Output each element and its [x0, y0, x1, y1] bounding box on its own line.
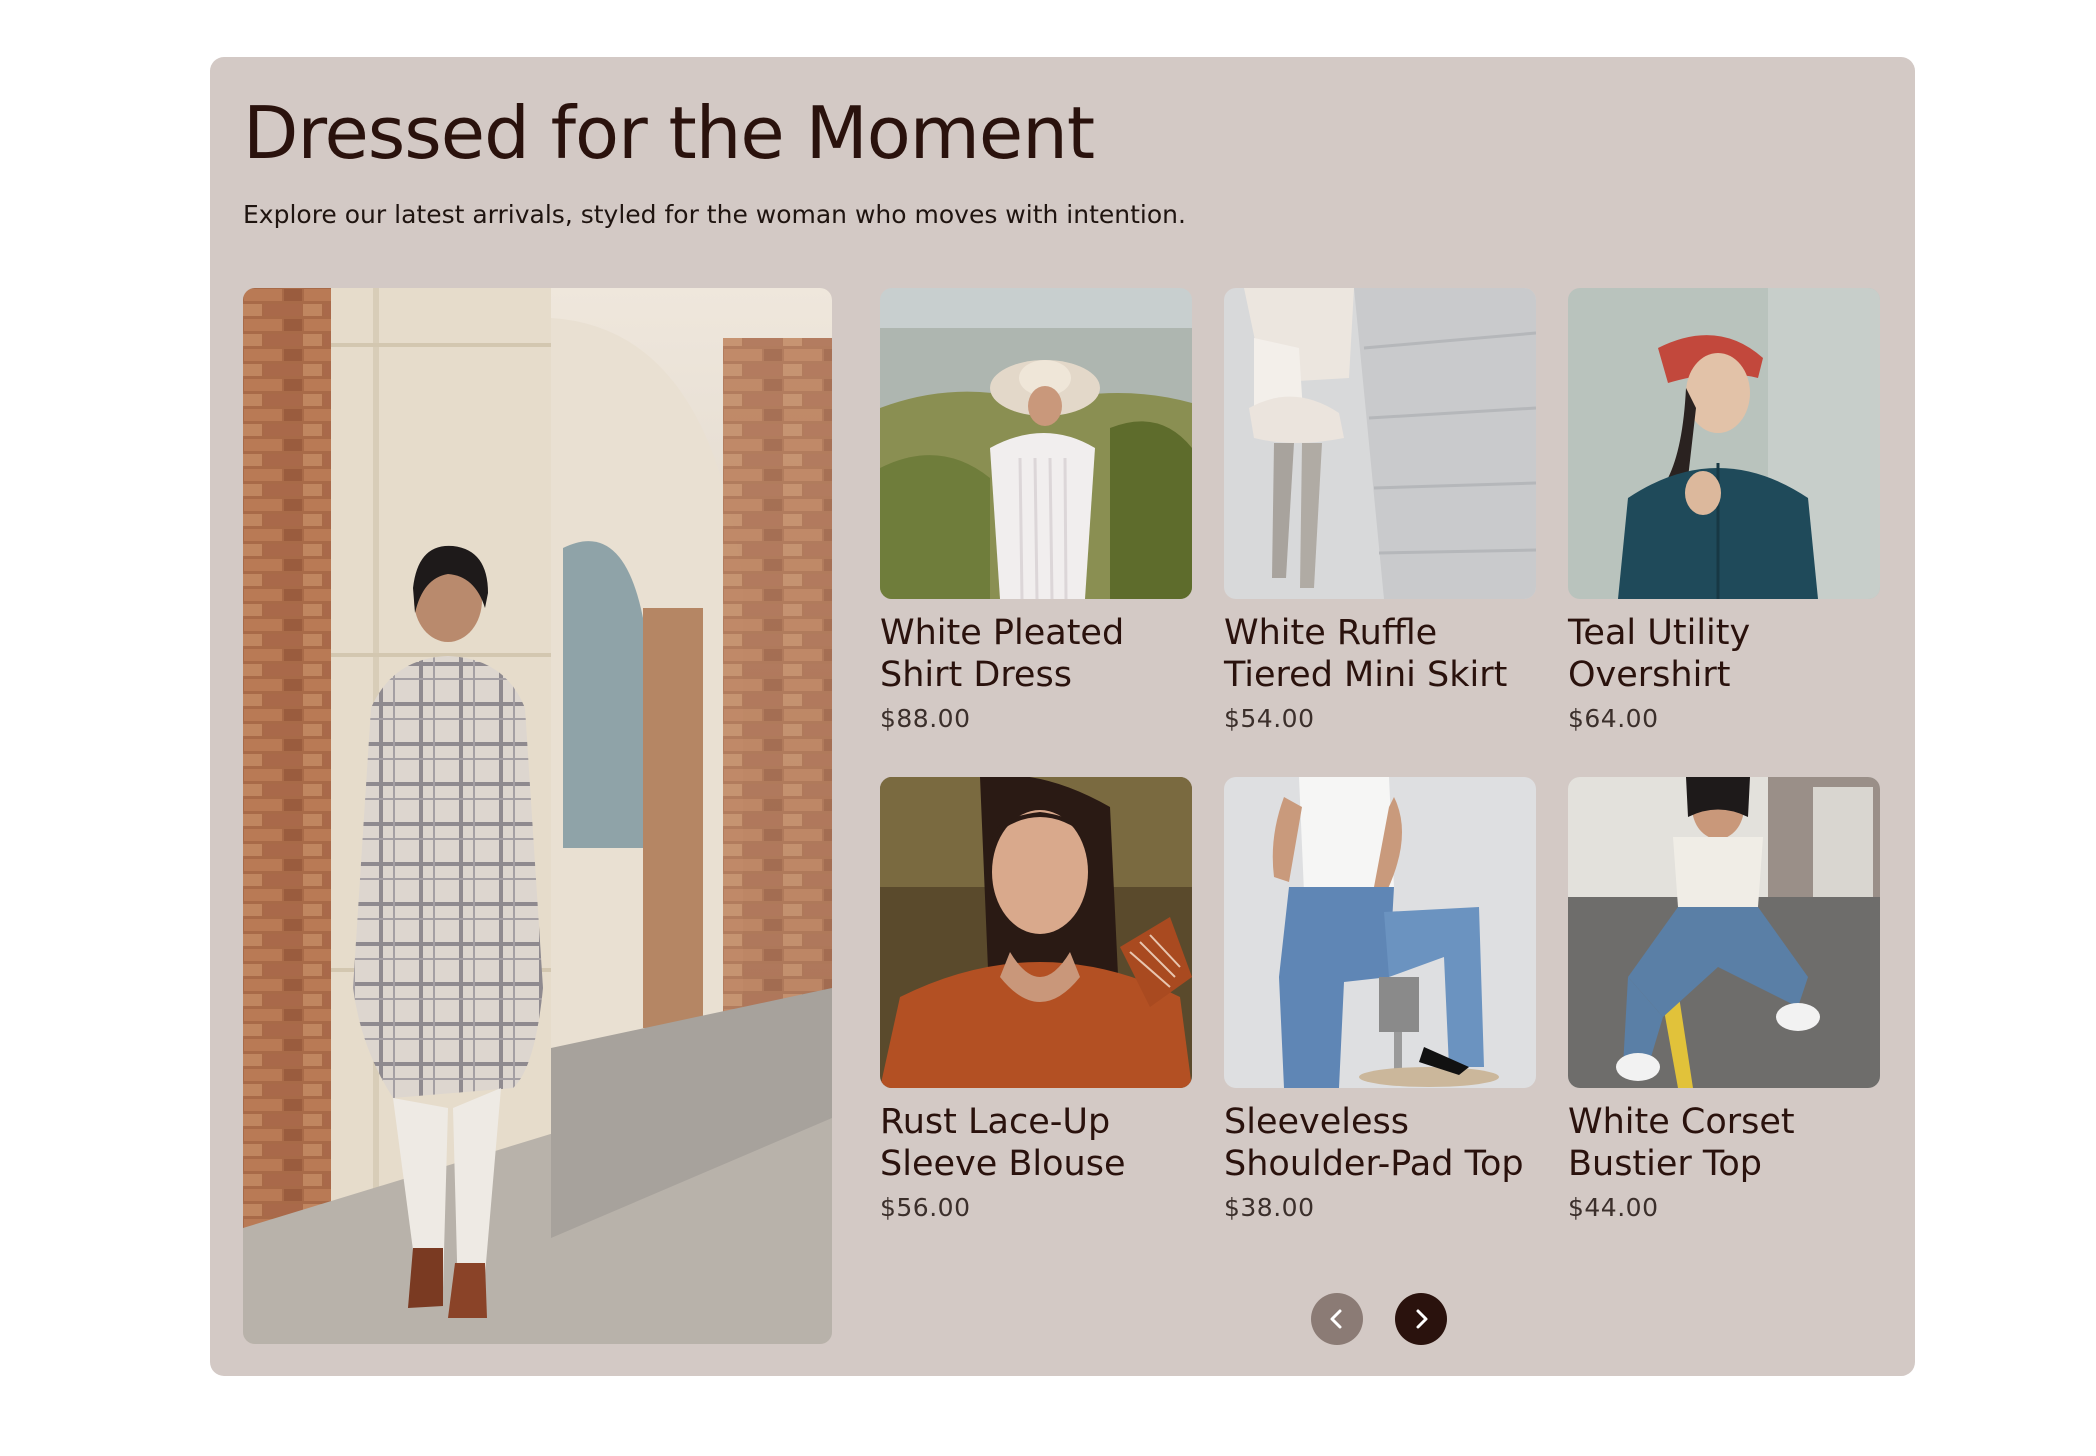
product-card[interactable]: Rust Lace-Up Sleeve Blouse $56.00: [880, 777, 1192, 1223]
photo-teal-utility-overshirt: [1568, 288, 1880, 599]
carousel-navigation: [1311, 1293, 1461, 1345]
product-image[interactable]: [1224, 288, 1536, 599]
photo-white-corset-bustier-top: [1568, 777, 1880, 1088]
product-name[interactable]: White Corset Bustier Top: [1568, 1101, 1880, 1185]
carousel-next-button[interactable]: [1395, 1293, 1447, 1345]
product-card[interactable]: Sleeveless Shoulder-Pad Top $38.00: [1224, 777, 1536, 1223]
chevron-left-icon: [1330, 1309, 1342, 1329]
product-image[interactable]: [1224, 777, 1536, 1088]
product-grid: White Pleated Shirt Dress $88.00 White R…: [880, 288, 1881, 1223]
product-image[interactable]: [880, 288, 1192, 599]
product-card[interactable]: White Corset Bustier Top $44.00: [1568, 777, 1880, 1223]
section-title: Dressed for the Moment: [243, 91, 1095, 175]
product-image[interactable]: [880, 777, 1192, 1088]
photo-white-ruffle-tiered-mini-skirt: [1224, 288, 1536, 599]
photo-rust-lace-up-sleeve-blouse: [880, 777, 1192, 1088]
product-card[interactable]: White Ruffle Tiered Mini Skirt $54.00: [1224, 288, 1536, 734]
product-price: $64.00: [1568, 704, 1659, 733]
product-name[interactable]: Sleeveless Shoulder-Pad Top: [1224, 1101, 1536, 1185]
product-name[interactable]: White Pleated Shirt Dress: [880, 612, 1192, 696]
product-image[interactable]: [1568, 777, 1880, 1088]
product-price: $88.00: [880, 704, 971, 733]
hero-photo-woman-plaid-coat: [243, 288, 832, 1344]
photo-sleeveless-shoulder-pad-top: [1224, 777, 1536, 1088]
product-name[interactable]: White Ruffle Tiered Mini Skirt: [1224, 612, 1536, 696]
hero-image[interactable]: [243, 288, 832, 1344]
product-name[interactable]: Rust Lace-Up Sleeve Blouse: [880, 1101, 1192, 1185]
section-subtitle: Explore our latest arrivals, styled for …: [243, 200, 1186, 229]
product-image[interactable]: [1568, 288, 1880, 599]
product-name[interactable]: Teal Utility Overshirt: [1568, 612, 1880, 696]
product-card[interactable]: Teal Utility Overshirt $64.00: [1568, 288, 1880, 734]
photo-white-pleated-shirt-dress: [880, 288, 1192, 599]
chevron-right-icon: [1416, 1309, 1428, 1329]
featured-collection-section: Dressed for the Moment Explore our lates…: [210, 57, 1915, 1376]
product-price: $54.00: [1224, 704, 1315, 733]
product-price: $38.00: [1224, 1193, 1315, 1222]
product-price: $44.00: [1568, 1193, 1659, 1222]
product-price: $56.00: [880, 1193, 971, 1222]
carousel-prev-button[interactable]: [1311, 1293, 1363, 1345]
product-card[interactable]: White Pleated Shirt Dress $88.00: [880, 288, 1192, 734]
